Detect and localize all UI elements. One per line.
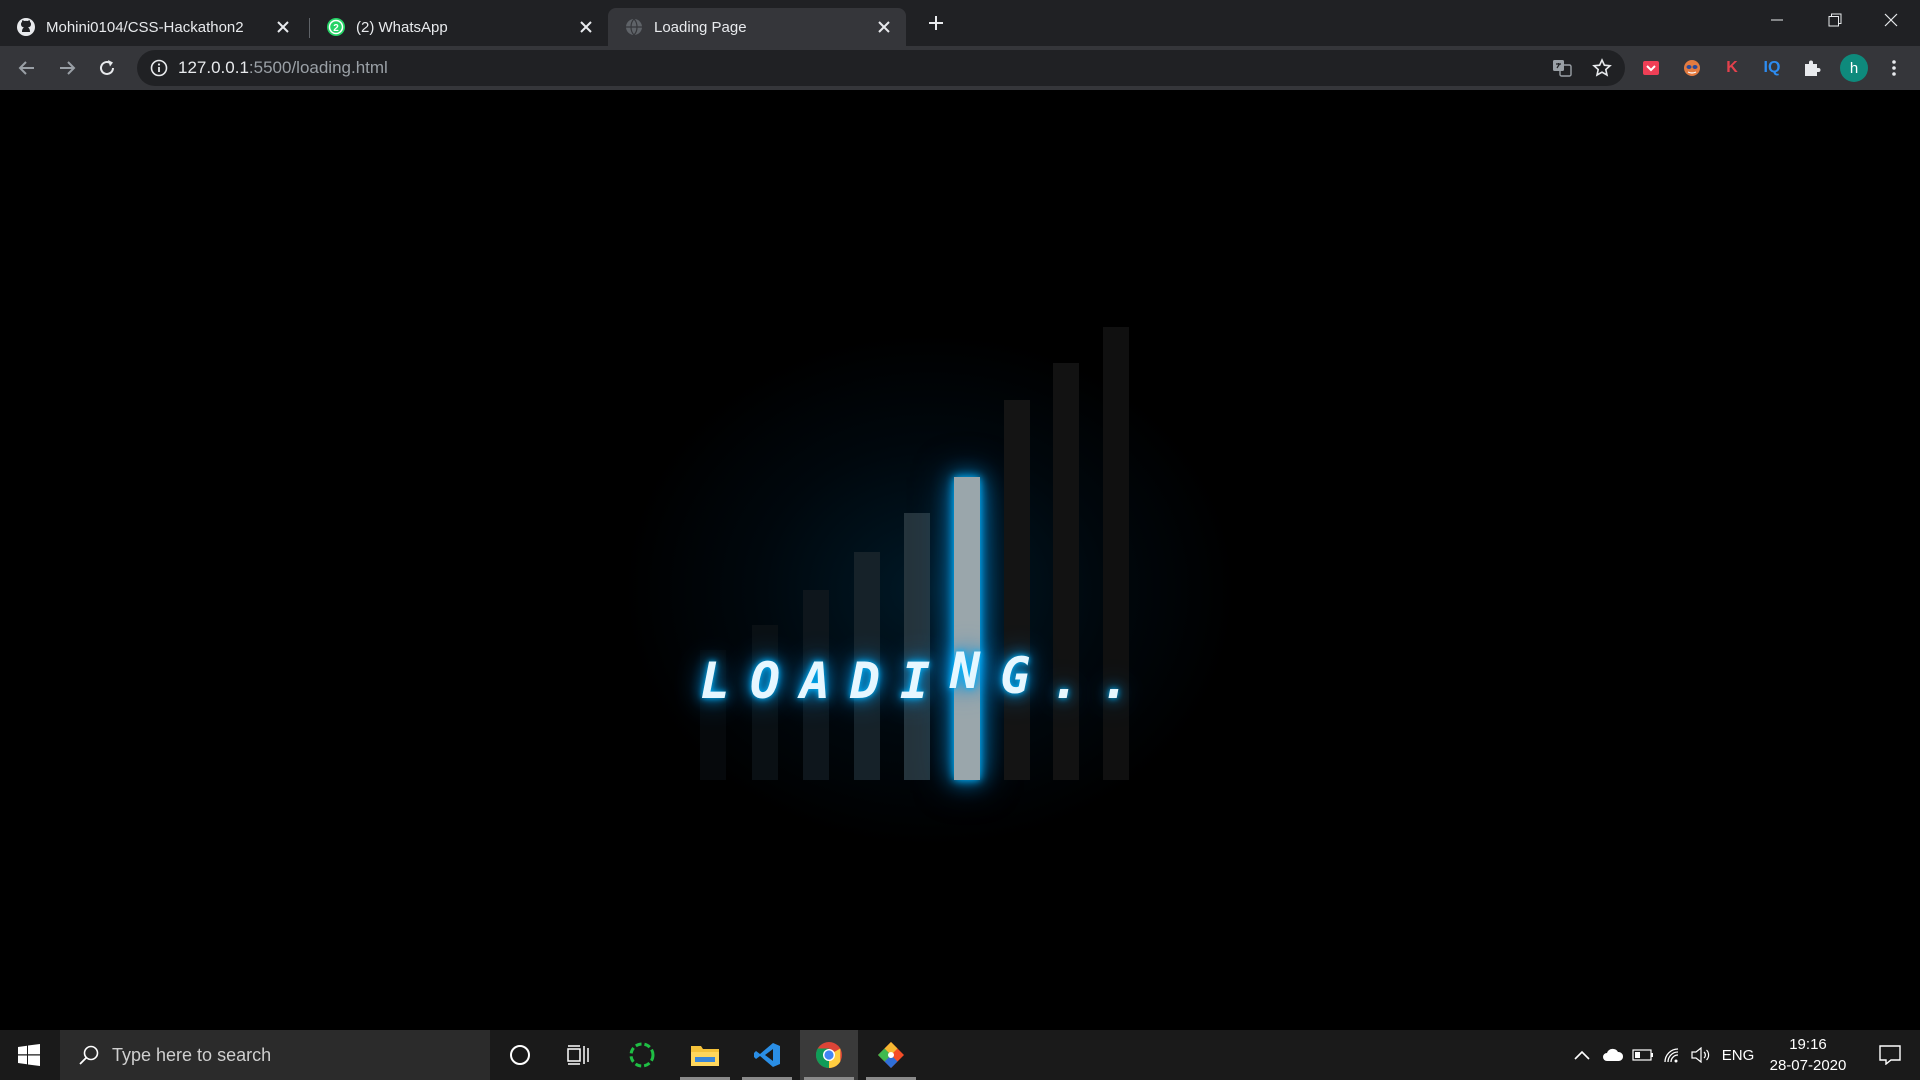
search-icon (79, 1045, 99, 1065)
tab-title: (2) WhatsApp (356, 18, 448, 36)
show-hidden-icons-chevron-up-icon[interactable] (1570, 1030, 1594, 1080)
close-icon[interactable] (872, 15, 896, 39)
windows-logo-icon (18, 1044, 40, 1066)
close-icon[interactable] (574, 15, 598, 39)
restore-icon (1828, 13, 1842, 27)
vscode-icon[interactable] (738, 1030, 796, 1080)
page-viewport: L O A D I N G . . (0, 90, 1920, 1030)
loading-bar (1053, 363, 1079, 780)
close-icon[interactable] (271, 15, 295, 39)
tab-loading-page[interactable]: Loading Page (608, 8, 906, 46)
language-indicator[interactable]: ENG (1718, 1030, 1758, 1080)
refresh-app-icon[interactable] (613, 1030, 671, 1080)
loading-letter: O (749, 652, 781, 710)
translate-icon[interactable] (1552, 58, 1572, 78)
iq-icon[interactable]: IQ (1760, 56, 1784, 80)
puzzle-icon[interactable] (1800, 56, 1824, 80)
taskbar-search-box[interactable]: Type here to search (60, 1030, 490, 1080)
tab-whatsapp[interactable]: 2 (2) WhatsApp (310, 8, 608, 46)
back-button[interactable] (11, 52, 43, 84)
minimize-button[interactable] (1748, 0, 1806, 40)
whatsapp-icon: 2 (326, 17, 346, 37)
tab-title: Mohini0104/CSS-Hackathon2 (46, 18, 244, 36)
globe-icon (624, 17, 644, 37)
cortana-icon[interactable] (491, 1030, 549, 1080)
loading-letter: A (799, 652, 831, 710)
close-window-button[interactable] (1862, 0, 1920, 40)
battery-icon[interactable] (1630, 1030, 1656, 1080)
mask-icon[interactable] (1680, 56, 1704, 80)
loading-bar (1004, 400, 1030, 780)
loading-letter: L (699, 652, 731, 710)
loading-letter: D (849, 652, 881, 710)
file-explorer-icon[interactable] (676, 1030, 734, 1080)
plus-icon (929, 16, 943, 30)
star-icon[interactable] (1592, 58, 1612, 78)
github-icon (16, 17, 36, 37)
forward-button[interactable] (51, 52, 83, 84)
windows-taskbar: Type here to search ENG 19:16 28-07-2020 (0, 1030, 1920, 1080)
clock-time: 19:16 (1789, 1036, 1827, 1053)
menu-kebab-icon[interactable] (1882, 56, 1906, 80)
loading-letter: I (899, 652, 931, 710)
onedrive-cloud-icon[interactable] (1600, 1030, 1626, 1080)
wifi-icon[interactable] (1660, 1030, 1686, 1080)
loading-bar (1103, 327, 1129, 780)
git-icon[interactable] (862, 1030, 920, 1080)
arrow-right-icon (60, 61, 76, 75)
loading-letter: G (999, 647, 1031, 705)
restore-button[interactable] (1806, 0, 1864, 40)
url-host: 127.0.0.1 (178, 58, 249, 77)
loading-letter: N (949, 642, 981, 700)
tab-github[interactable]: Mohini0104/CSS-Hackathon2 (0, 8, 305, 46)
notification-center-icon[interactable] (1866, 1030, 1914, 1080)
loading-letter: . (1049, 652, 1081, 710)
clock-date: 28-07-2020 (1769, 1057, 1847, 1074)
arrow-left-icon (18, 61, 34, 75)
loading-letter: . (1099, 652, 1131, 710)
loading-bars (0, 90, 1920, 1030)
chrome-icon[interactable] (800, 1030, 858, 1080)
volume-icon[interactable] (1688, 1030, 1714, 1080)
loading-text: L O A D I N G . . (690, 630, 1140, 710)
browser-toolbar: 127.0.0.1:5500/loading.html K IQ h (0, 46, 1920, 90)
reload-button[interactable] (91, 52, 123, 84)
info-icon (150, 59, 168, 77)
tab-strip: Mohini0104/CSS-Hackathon2 2 (2) WhatsApp… (0, 0, 1920, 46)
k-icon[interactable]: K (1720, 56, 1744, 80)
taskbar-clock[interactable]: 19:16 28-07-2020 (1758, 1034, 1858, 1076)
url-text: 127.0.0.1:5500/loading.html (178, 58, 388, 78)
pocket-icon[interactable] (1639, 56, 1663, 80)
whatsapp-badge: 2 (333, 23, 339, 34)
address-bar[interactable]: 127.0.0.1:5500/loading.html (137, 50, 1625, 86)
url-path: :5500/loading.html (248, 58, 388, 77)
loading-bar-highlight (954, 477, 980, 780)
minimize-icon (1771, 19, 1783, 21)
task-view-icon[interactable] (550, 1030, 608, 1080)
new-tab-button[interactable] (922, 9, 950, 37)
close-icon (1884, 13, 1898, 27)
tab-title: Loading Page (654, 18, 747, 36)
search-placeholder: Type here to search (112, 1044, 272, 1065)
start-button[interactable] (0, 1030, 58, 1080)
profile-avatar[interactable]: h (1840, 54, 1868, 82)
reload-icon (100, 60, 114, 75)
